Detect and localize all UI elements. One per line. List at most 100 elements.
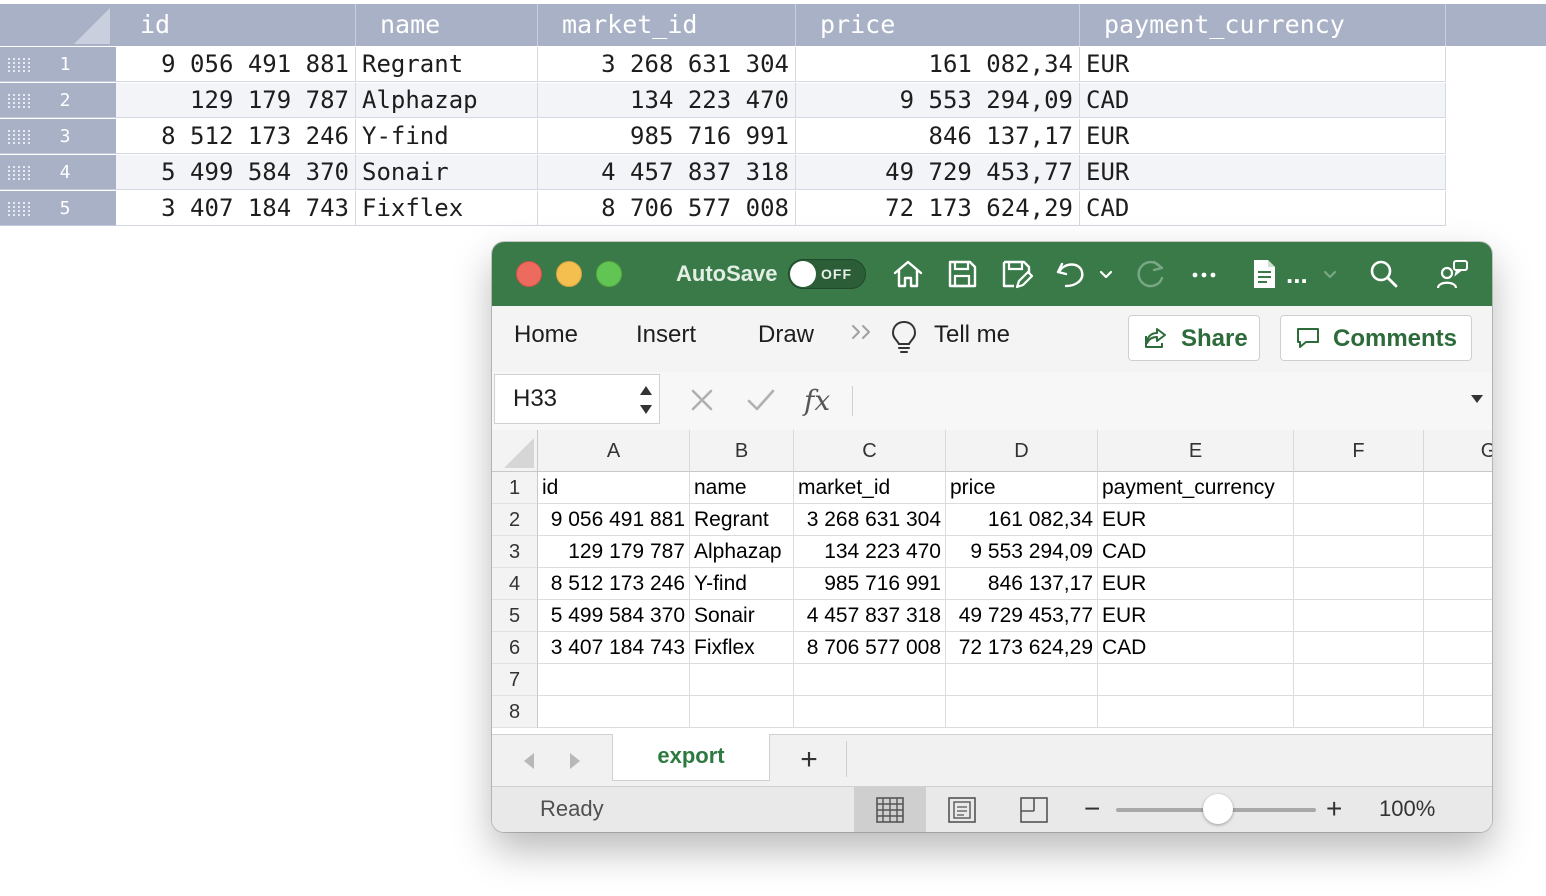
cell-a6[interactable]: 3 407 184 743 [538, 632, 690, 664]
zoom-window-button[interactable] [596, 261, 622, 287]
name-box[interactable]: H33 [494, 374, 660, 424]
cancel-icon[interactable] [688, 386, 716, 414]
column-header-id[interactable]: id [116, 4, 356, 46]
cell-b1[interactable]: name [690, 472, 794, 504]
cell-e6[interactable]: CAD [1098, 632, 1294, 664]
cell-b5[interactable]: Sonair [690, 600, 794, 632]
cell-d6[interactable]: 72 173 624,29 [946, 632, 1098, 664]
cell-d4[interactable]: 846 137,17 [946, 568, 1098, 600]
column-header-payment-currency[interactable]: payment_currency [1080, 4, 1446, 46]
cell-b3[interactable]: Alphazap [690, 536, 794, 568]
row-header[interactable]: 5 [492, 600, 538, 632]
cell-g4[interactable] [1424, 568, 1492, 600]
row-header[interactable]: 1 [0, 47, 116, 82]
cell-f7[interactable] [1294, 664, 1424, 696]
column-header-e[interactable]: E [1098, 430, 1294, 472]
cell-c7[interactable] [794, 664, 946, 696]
cell-a1[interactable]: id [538, 472, 690, 504]
row-header[interactable]: 4 [492, 568, 538, 600]
save-as-icon[interactable] [998, 256, 1034, 292]
document-name[interactable]: ... [1286, 242, 1308, 306]
document-icon[interactable] [1246, 256, 1282, 292]
cell-a4[interactable]: 8 512 173 246 [538, 568, 690, 600]
next-sheet-icon[interactable] [566, 751, 584, 771]
cell-market-id[interactable]: 4 457 837 318 [538, 155, 796, 190]
column-header-a[interactable]: A [538, 430, 690, 472]
cell-d2[interactable]: 161 082,34 [946, 504, 1098, 536]
previous-sheet-icon[interactable] [520, 751, 538, 771]
cell-g1[interactable] [1424, 472, 1492, 504]
cell-g5[interactable] [1424, 600, 1492, 632]
table-row[interactable]: 4 5 499 584 370 Sonair 4 457 837 318 49 729 … [0, 155, 1446, 190]
table-row[interactable]: 1 9 056 491 881 Regrant 3 268 631 304 161 08… [0, 47, 1446, 82]
cell-c6[interactable]: 8 706 577 008 [794, 632, 946, 664]
cell-e2[interactable]: EUR [1098, 504, 1294, 536]
cell-market-id[interactable]: 134 223 470 [538, 83, 796, 118]
name-box-stepper-icon[interactable] [639, 382, 653, 418]
cell-b8[interactable] [690, 696, 794, 728]
cell-price[interactable]: 846 137,17 [796, 119, 1080, 154]
cell-c1[interactable]: market_id [794, 472, 946, 504]
drag-handle-icon[interactable] [8, 130, 30, 144]
minimize-window-button[interactable] [556, 261, 582, 287]
column-header-c[interactable]: C [794, 430, 946, 472]
cell-d8[interactable] [946, 696, 1098, 728]
table-row[interactable]: 5 3 407 184 743 Fixflex 8 706 577 008 72 173… [0, 191, 1446, 226]
cell-g2[interactable] [1424, 504, 1492, 536]
cell-f8[interactable] [1294, 696, 1424, 728]
cell-e5[interactable]: EUR [1098, 600, 1294, 632]
cell-e4[interactable]: EUR [1098, 568, 1294, 600]
cell-name[interactable]: Fixflex [356, 191, 538, 226]
cell-c2[interactable]: 3 268 631 304 [794, 504, 946, 536]
cell-f4[interactable] [1294, 568, 1424, 600]
cell-g7[interactable] [1424, 664, 1492, 696]
cell-name[interactable]: Sonair [356, 155, 538, 190]
cell-id[interactable]: 5 499 584 370 [116, 155, 356, 190]
enter-check-icon[interactable] [746, 386, 776, 414]
cell-d7[interactable] [946, 664, 1098, 696]
column-header-g[interactable]: G [1424, 430, 1492, 472]
cell-id[interactable]: 9 056 491 881 [116, 47, 356, 82]
cell-market-id[interactable]: 985 716 991 [538, 119, 796, 154]
cell-f1[interactable] [1294, 472, 1424, 504]
cell-g3[interactable] [1424, 536, 1492, 568]
close-window-button[interactable] [516, 261, 542, 287]
cell-f6[interactable] [1294, 632, 1424, 664]
zoom-slider-knob[interactable] [1203, 794, 1233, 824]
cell-c4[interactable]: 985 716 991 [794, 568, 946, 600]
row-header[interactable]: 2 [0, 83, 116, 118]
tab-draw[interactable]: Draw [758, 306, 814, 364]
column-header-b[interactable]: B [690, 430, 794, 472]
cell-a2[interactable]: 9 056 491 881 [538, 504, 690, 536]
cell-d3[interactable]: 9 553 294,09 [946, 536, 1098, 568]
column-header-f[interactable]: F [1294, 430, 1424, 472]
drag-handle-icon[interactable] [8, 58, 30, 72]
cell-price[interactable]: 161 082,34 [796, 47, 1080, 82]
tell-me-search[interactable]: Tell me [934, 306, 1010, 364]
tab-insert[interactable]: Insert [636, 306, 696, 364]
page-layout-view-button[interactable] [926, 787, 998, 832]
worksheet-grid[interactable]: ABCDEFG 1 id name market_id price payment_cur… [492, 430, 1492, 734]
expand-formula-icon[interactable] [1470, 392, 1484, 404]
row-header[interactable]: 1 [492, 472, 538, 504]
cell-name[interactable]: Y-find [356, 119, 538, 154]
undo-icon[interactable] [1052, 256, 1088, 292]
cell-payment-currency[interactable]: CAD [1080, 191, 1446, 226]
zoom-slider[interactable] [1116, 794, 1316, 824]
zoom-level[interactable]: 100% [1379, 787, 1435, 831]
drag-handle-icon[interactable] [8, 94, 30, 108]
row-header[interactable]: 5 [0, 191, 116, 226]
tab-home[interactable]: Home [514, 306, 578, 364]
cell-market-id[interactable]: 3 268 631 304 [538, 47, 796, 82]
cell-id[interactable]: 8 512 173 246 [116, 119, 356, 154]
undo-dropdown-icon[interactable] [1096, 256, 1116, 292]
column-header-market-id[interactable]: market_id [538, 4, 796, 46]
cell-price[interactable]: 49 729 453,77 [796, 155, 1080, 190]
cell-payment-currency[interactable]: EUR [1080, 119, 1446, 154]
cell-payment-currency[interactable]: EUR [1080, 47, 1446, 82]
row-header[interactable]: 2 [492, 504, 538, 536]
row-header[interactable]: 6 [492, 632, 538, 664]
cell-a8[interactable] [538, 696, 690, 728]
cell-id[interactable]: 3 407 184 743 [116, 191, 356, 226]
page-break-view-button[interactable] [998, 787, 1070, 832]
